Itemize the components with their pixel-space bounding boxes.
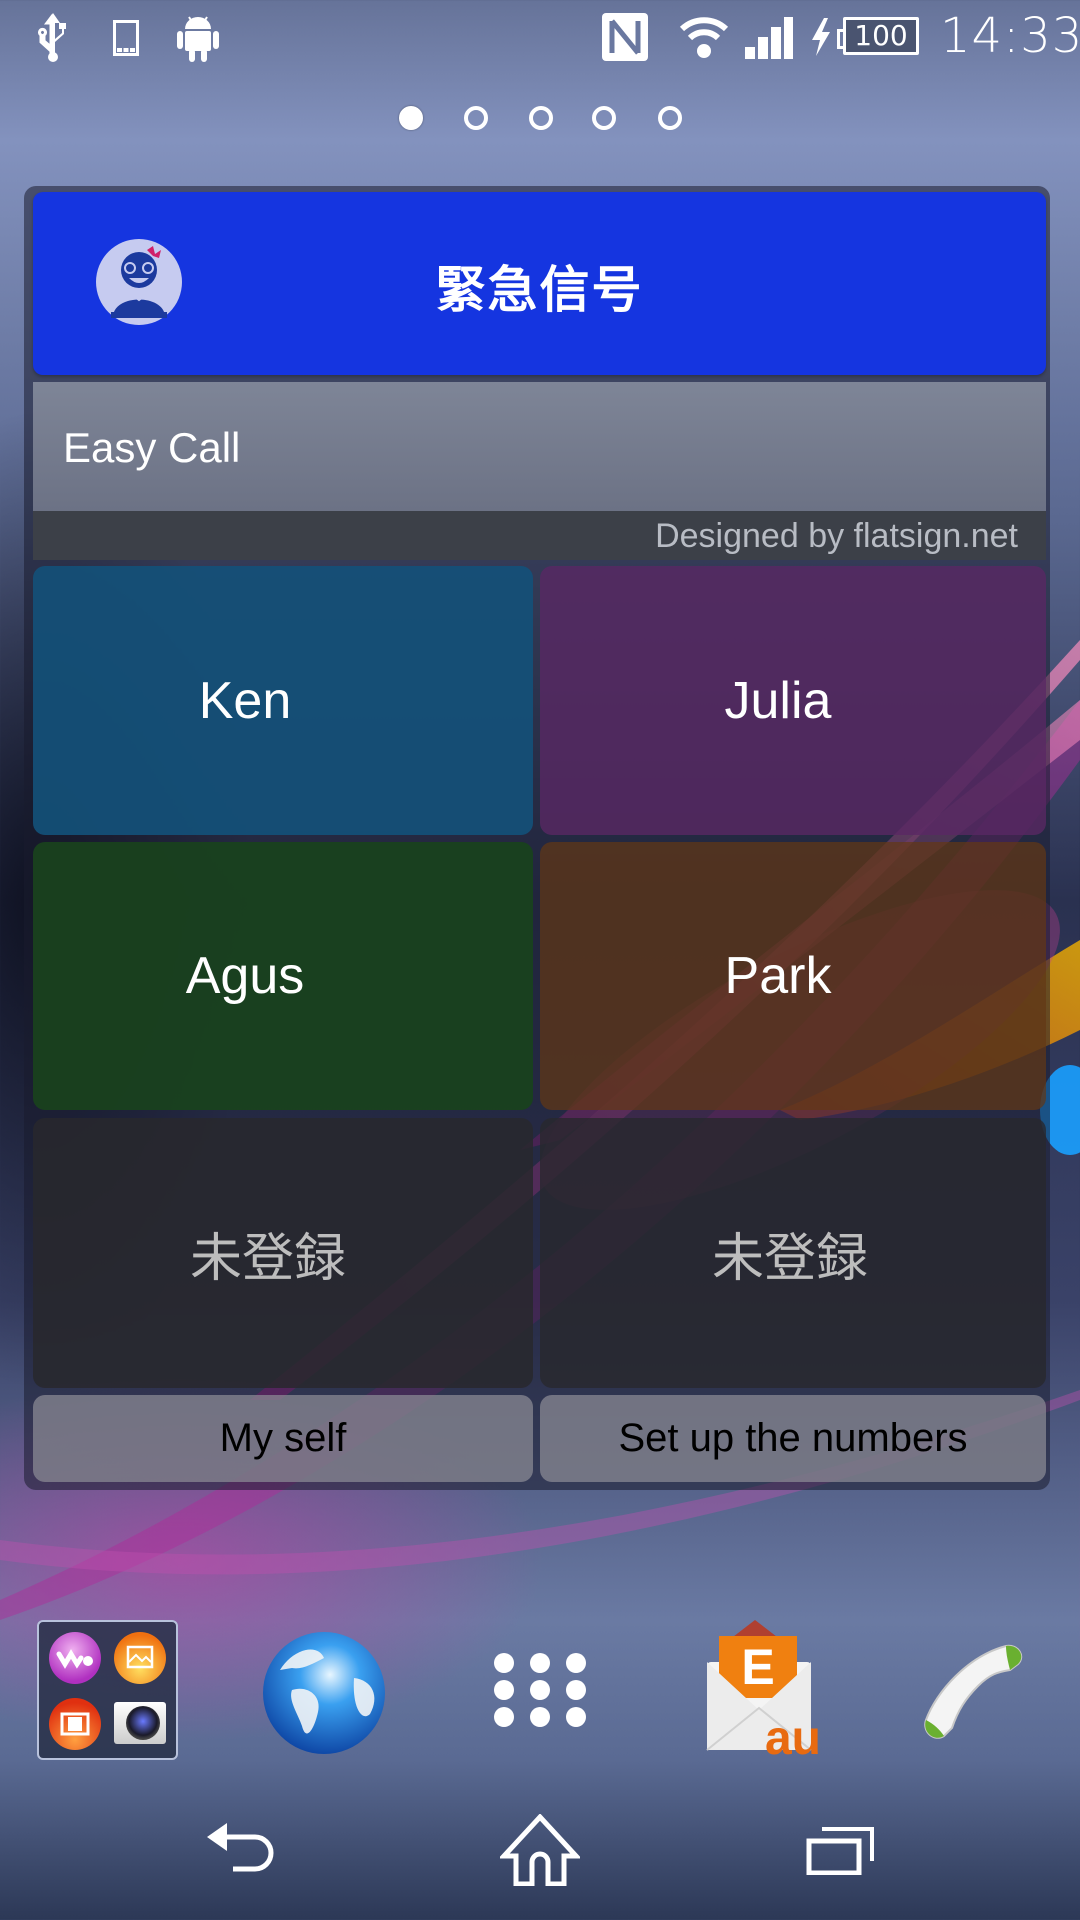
app-name: Easy Call — [63, 424, 241, 471]
device-icon — [113, 20, 139, 56]
page-dot-4[interactable] — [592, 106, 616, 130]
clock: 14:33 — [940, 8, 1080, 64]
contact-name: Agus — [185, 947, 305, 1005]
album-icon — [114, 1632, 166, 1684]
back-button[interactable] — [205, 1823, 277, 1873]
phone-handset-icon[interactable] — [918, 1636, 1028, 1746]
movies-icon — [49, 1698, 101, 1750]
contact-name: 未登録 — [711, 1229, 868, 1288]
credit-text: Designed by flatsign.net — [655, 517, 1018, 555]
page-dot-5[interactable] — [658, 106, 682, 130]
au-email-icon[interactable]: E au — [695, 1620, 825, 1758]
android-icon — [177, 16, 219, 62]
emergency-signal-button[interactable]: 緊急信号 — [33, 192, 1046, 375]
contact-tile-unregistered-2[interactable]: 未登録 — [540, 1118, 1046, 1388]
walkman-icon — [49, 1632, 101, 1684]
widget-title: 緊急信号 — [435, 262, 644, 318]
cell-signal-icon — [745, 17, 793, 59]
contact-name: Park — [724, 947, 832, 1005]
status-bar: 100 14:33 — [0, 0, 1080, 75]
set-up-numbers-button[interactable]: Set up the numbers — [540, 1395, 1046, 1482]
contact-name: 未登録 — [189, 1229, 346, 1288]
credit-bar: Designed by flatsign.net — [33, 511, 1046, 560]
media-folder[interactable] — [37, 1620, 178, 1760]
page-dot-1[interactable] — [399, 106, 423, 130]
charging-bolt-icon — [812, 18, 830, 56]
contact-tile-agus[interactable]: Agus — [33, 842, 533, 1110]
contact-name: Ken — [198, 671, 292, 730]
contact-tile-park[interactable]: Park — [540, 842, 1046, 1110]
usb-debugging-icon — [38, 13, 66, 62]
page-dot-3[interactable] — [529, 106, 553, 130]
page-dot-2[interactable] — [464, 106, 488, 130]
contact-name: Julia — [724, 671, 832, 730]
app-name-bar: Easy Call — [33, 382, 1046, 511]
browser-globe-icon[interactable] — [262, 1630, 386, 1756]
contact-tile-julia[interactable]: Julia — [540, 566, 1046, 835]
battery-level: 100 — [854, 19, 908, 52]
wifi-icon — [680, 17, 728, 58]
au-brand-label: au — [765, 1712, 821, 1758]
email-badge-letter: E — [741, 1639, 774, 1695]
contact-tile-unregistered-1[interactable]: 未登録 — [33, 1118, 533, 1388]
contact-tile-ken[interactable]: Ken — [33, 566, 533, 835]
recent-apps-button[interactable] — [806, 1825, 876, 1875]
battery-icon: 100 — [837, 17, 919, 55]
camera-icon — [114, 1702, 166, 1744]
my-self-button[interactable]: My self — [33, 1395, 533, 1482]
app-drawer-icon[interactable] — [494, 1653, 586, 1727]
nfc-icon — [602, 13, 648, 61]
home-button[interactable] — [500, 1814, 580, 1886]
